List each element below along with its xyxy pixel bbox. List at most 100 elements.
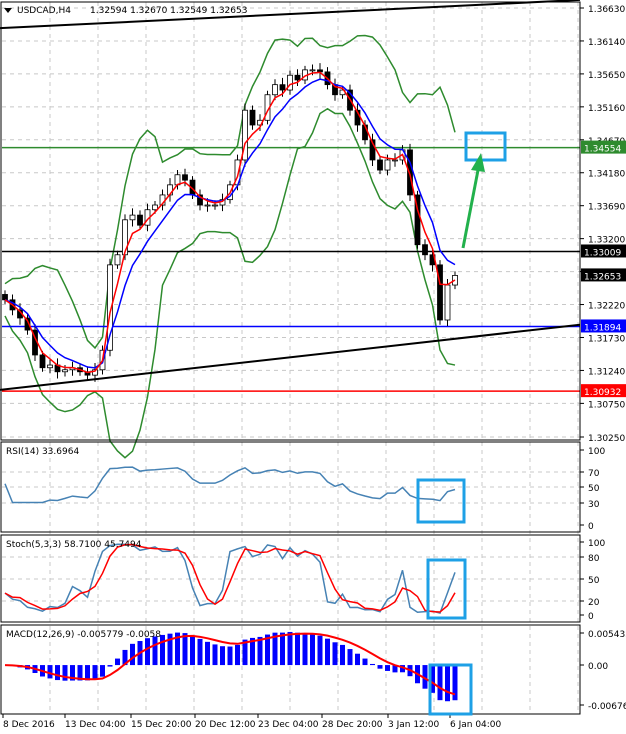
- candle: [384, 159, 391, 171]
- price-tick-label: 1.31240: [588, 367, 625, 377]
- price-tick-label: 1.35650: [588, 71, 625, 81]
- macd-histogram-bar: [452, 665, 458, 701]
- time-tick-label: 28 Dec 20:00: [322, 720, 383, 730]
- level-tag-label: 1.34554: [584, 145, 621, 155]
- time-tick-label: 20 Dec 12:00: [195, 720, 256, 730]
- candle: [279, 84, 286, 91]
- ohlc-label: 1.32594 1.32670 1.32549 1.32653: [90, 6, 247, 16]
- macd-histogram-bar: [227, 646, 233, 666]
- rsi-tick-label: 70: [588, 469, 600, 479]
- macd-histogram-bar: [212, 644, 218, 666]
- price-tick-label: 1.30250: [588, 434, 625, 444]
- time-tick-label: 3 Jan 12:00: [388, 720, 440, 730]
- candle: [422, 244, 428, 256]
- level-tag-label: 1.30932: [584, 388, 621, 398]
- price-tick-label: 1.33200: [588, 236, 625, 246]
- macd-label: MACD(12,26,9) -0.005779 -0.0058: [6, 630, 161, 640]
- macd-histogram-bar: [295, 632, 300, 666]
- candle: [47, 364, 53, 369]
- macd-histogram-bar: [287, 631, 293, 666]
- candle: [114, 254, 121, 266]
- macd-histogram-bar: [317, 635, 323, 666]
- macd-histogram-bar: [310, 634, 315, 666]
- macd-histogram-bar: [280, 632, 285, 666]
- time-tick-label: 13 Dec 04:00: [65, 720, 126, 730]
- price-tick-label: 1.36630: [588, 5, 625, 15]
- price-tick-label: 1.31730: [588, 334, 625, 344]
- rsi-tick-label: 0: [588, 522, 594, 532]
- macd-histogram-bar: [62, 665, 68, 681]
- macd-histogram-bar: [370, 663, 375, 666]
- macd-histogram-bar: [152, 636, 158, 666]
- stoch-tick-label: 0: [588, 612, 594, 622]
- macd-histogram-bar: [182, 633, 188, 666]
- candle: [407, 149, 413, 196]
- candle: [212, 204, 218, 207]
- macd-histogram-bar: [445, 665, 450, 702]
- stoch-label: Stoch(5,3,3) 58.7100 45.7494: [6, 540, 142, 550]
- current-price-label: 1.32653: [584, 272, 621, 282]
- time-tick-label: 23 Dec 04:00: [258, 720, 319, 730]
- macd-histogram-bar: [235, 644, 240, 666]
- candle: [294, 74, 301, 81]
- level-tag-label: 1.33009: [584, 248, 621, 258]
- macd-histogram-bar: [220, 646, 225, 666]
- macd-histogram-bar: [92, 665, 98, 680]
- candle: [272, 84, 278, 96]
- candle: [204, 204, 211, 207]
- price-tick-label: 1.35160: [588, 104, 625, 114]
- symbol-header: USDCAD,H4 1.32594 1.32670 1.32549 1.3265…: [4, 6, 247, 16]
- macd-histogram-bar: [332, 642, 338, 666]
- macd-histogram-bar: [100, 665, 105, 677]
- candle: [444, 284, 451, 321]
- macd-histogram-bar: [190, 635, 195, 666]
- price-tick-label: 1.34180: [588, 170, 625, 180]
- macd-histogram-bar: [115, 658, 120, 666]
- candle: [2, 294, 8, 301]
- rsi-tick-label: 50: [588, 484, 600, 494]
- candle: [182, 174, 188, 181]
- candle: [317, 69, 323, 73]
- symbol-label: USDCAD,H4: [17, 6, 71, 16]
- candle: [122, 219, 128, 256]
- price-tick-label: 1.36140: [588, 38, 625, 48]
- macd-histogram-bar: [355, 653, 360, 666]
- stoch-tick-label: 50: [588, 576, 600, 586]
- rsi-tick-label: 30: [588, 500, 600, 510]
- macd-histogram-bar: [302, 633, 308, 666]
- price-tick-label: 1.33690: [588, 203, 625, 213]
- rsi-label: RSI(14) 33.6964: [6, 447, 79, 457]
- candle: [309, 69, 316, 72]
- macd-tick-label: -0.006766: [588, 702, 626, 712]
- candle: [377, 159, 383, 171]
- macd-histogram-bar: [107, 665, 113, 667]
- price-chart[interactable]: 1.366301.361401.356501.351601.346701.341…: [0, 0, 626, 734]
- macd-histogram-bar: [437, 665, 443, 701]
- candle: [152, 204, 158, 211]
- macd-histogram-bar: [385, 665, 390, 671]
- macd-histogram-bar: [347, 649, 353, 666]
- macd-histogram-bar: [325, 638, 330, 666]
- candle: [39, 354, 46, 369]
- candle: [62, 369, 68, 373]
- macd-histogram-bar: [377, 665, 383, 669]
- candle: [249, 109, 256, 126]
- time-tick-label: 8 Dec 2016: [3, 720, 55, 730]
- stoch-tick-label: 20: [588, 598, 600, 608]
- macd-histogram-bar: [130, 643, 135, 666]
- macd-histogram-bar: [362, 658, 368, 666]
- macd-tick-label: 0.005435: [588, 630, 626, 640]
- candle: [137, 214, 143, 226]
- macd-histogram-bar: [55, 665, 60, 681]
- macd-histogram-bar: [340, 644, 345, 666]
- stoch-tick-label: 80: [588, 554, 600, 564]
- candle: [392, 159, 398, 162]
- candle: [129, 214, 136, 221]
- time-tick-label: 6 Jan 04:00: [450, 720, 502, 730]
- price-tick-label: 1.32220: [588, 302, 625, 312]
- macd-histogram-bar: [85, 665, 90, 681]
- macd-histogram-bar: [197, 638, 203, 666]
- macd-histogram-bar: [145, 638, 150, 666]
- level-tag-label: 1.31894: [584, 323, 621, 333]
- price-tick-label: 1.30750: [588, 400, 625, 410]
